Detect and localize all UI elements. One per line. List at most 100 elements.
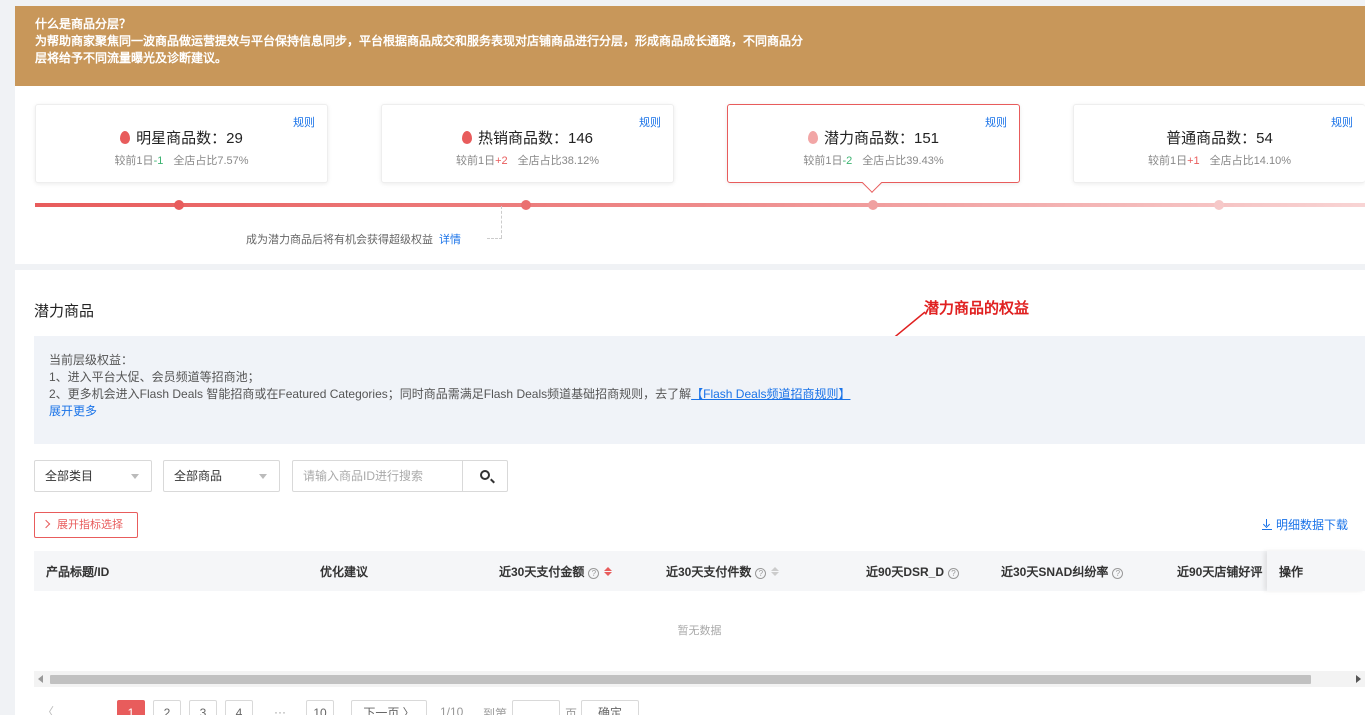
prev-page-button[interactable]: 〈 上一页 bbox=[34, 700, 62, 715]
empty-state: 暂无数据 bbox=[677, 625, 722, 637]
help-icon[interactable]: ? bbox=[948, 568, 960, 579]
tier-card-hot[interactable]: 规则 热销商品数：146 较前1日+2 全店占比38.12% bbox=[381, 104, 674, 183]
tier-share: 全店占比7.57% bbox=[173, 155, 249, 167]
search-icon bbox=[480, 470, 490, 480]
caret-down-icon bbox=[131, 474, 139, 479]
tier-title: 热销商品数：146 bbox=[477, 130, 594, 147]
tier-share: 全店占比38.12% bbox=[517, 155, 599, 167]
progress-dot bbox=[868, 200, 878, 210]
selected-pointer bbox=[862, 173, 882, 193]
goods-select-value: 全部商品 bbox=[174, 469, 223, 483]
tier-vs-value: -2 bbox=[842, 155, 853, 167]
banner-line2: 层将给予不同流量曝光及诊断建议。 bbox=[35, 51, 228, 65]
table-header: 产品标题/ID 优化建议 近30天支付金额? 近30天支付件数? 近90天DSR… bbox=[34, 551, 1365, 591]
caret-down-icon bbox=[259, 474, 267, 479]
benefits-heading: 当前层级权益： bbox=[49, 353, 134, 367]
col-pay-amount[interactable]: 近30天支付金额? bbox=[499, 563, 613, 580]
download-label: 明细数据下载 bbox=[1275, 518, 1348, 532]
download-icon bbox=[1261, 519, 1272, 530]
col-optimization: 优化建议 bbox=[320, 565, 369, 579]
annotation-label: 潜力商品的权益 bbox=[924, 300, 1030, 317]
confirm-button[interactable]: 确定 bbox=[581, 700, 639, 715]
page-1[interactable]: 1 bbox=[117, 700, 145, 715]
col-pay-count[interactable]: 近30天支付件数? bbox=[666, 563, 780, 580]
help-icon[interactable]: ? bbox=[755, 568, 767, 579]
tier-vs-value: +1 bbox=[1187, 155, 1200, 167]
tier-title: 普通商品数：54 bbox=[1166, 130, 1273, 147]
tier-share: 全店占比39.43% bbox=[862, 155, 944, 167]
col-store-rating: 近90天店铺好评 bbox=[1177, 565, 1263, 579]
next-page-button[interactable]: 下一页 〉 bbox=[351, 700, 427, 715]
tier-vs-label: 较前1日 bbox=[456, 155, 496, 167]
tier-share: 全店占比14.10% bbox=[1209, 155, 1291, 167]
benefit-note-text: 成为潜力商品后将有机会获得超级权益 bbox=[246, 234, 433, 246]
progress-dot bbox=[174, 200, 184, 210]
help-icon[interactable]: ? bbox=[588, 568, 600, 579]
expand-metrics-label: 展开指标选择 bbox=[57, 519, 123, 531]
page-unit: 页 bbox=[565, 707, 578, 715]
tier-progress-line bbox=[35, 203, 1365, 207]
tier-vs-label: 较前1日 bbox=[803, 155, 843, 167]
col-snad: 近30天SNAD纠纷率? bbox=[1001, 563, 1124, 580]
tiering-banner: 什么是商品分层？ 为帮助商家聚焦同一波商品做运营提效与平台保持信息同步，平台根据… bbox=[15, 6, 1365, 90]
flame-icon bbox=[120, 131, 131, 144]
tier-card-potential[interactable]: 规则 潜力商品数：151 较前1日-2 全店占比39.43% bbox=[727, 104, 1020, 193]
dashed-connector bbox=[501, 206, 502, 238]
benefit-item: 2、更多机会进入Flash Deals 智能招商或在Featured Categ… bbox=[49, 387, 851, 401]
details-link[interactable]: 详情 bbox=[439, 234, 461, 246]
tier-vs-value: +2 bbox=[495, 155, 508, 167]
page-2[interactable]: 2 bbox=[153, 700, 181, 715]
goods-select[interactable]: 全部商品 bbox=[163, 460, 280, 492]
col-operation: 操作 bbox=[1267, 551, 1365, 591]
detail-data-download-link[interactable]: 明细数据下载 bbox=[1261, 516, 1348, 533]
scroll-right-icon[interactable] bbox=[1356, 675, 1361, 683]
tier-title: 明星商品数：29 bbox=[136, 130, 243, 147]
goods-table: 产品标题/ID 优化建议 近30天支付金额? 近30天支付件数? 近90天DSR… bbox=[34, 551, 1365, 671]
dashed-connector bbox=[487, 238, 502, 239]
search-button[interactable] bbox=[462, 461, 507, 491]
flame-icon bbox=[461, 131, 472, 144]
goods-id-search-input[interactable] bbox=[293, 461, 464, 491]
tier-title: 潜力商品数：151 bbox=[823, 130, 940, 147]
progress-dot bbox=[521, 200, 531, 210]
sort-icon[interactable] bbox=[604, 567, 613, 577]
col-pay-amount-label: 近30天支付金额 bbox=[499, 565, 585, 579]
potential-goods-section: 潜力商品 潜力商品的权益 当前层级权益： 1、进入平台大促、会员频道等招商池； … bbox=[15, 270, 1365, 715]
col-dsr: 近90天DSR_D? bbox=[866, 563, 960, 580]
expand-more-link[interactable]: 展开更多 bbox=[49, 403, 1350, 420]
expand-metrics-button[interactable]: 展开指标选择 bbox=[34, 512, 138, 538]
section-title: 潜力商品 bbox=[34, 303, 95, 320]
goto-label: 到第 bbox=[483, 707, 508, 715]
scroll-left-icon[interactable] bbox=[38, 675, 43, 683]
chevron-right-icon bbox=[41, 519, 51, 529]
tier-benefits-box: 当前层级权益： 1、进入平台大促、会员频道等招商池； 2、更多机会进入Flash… bbox=[34, 336, 1365, 444]
page-total: 1/10 bbox=[440, 705, 464, 715]
banner-line1: 为帮助商家聚焦同一波商品做运营提效与平台保持信息同步，平台根据商品成交和服务表现… bbox=[35, 34, 804, 48]
tier-overview: 规则 明星商品数：29 较前1日-1 全店占比7.57% 规则 热销商品数：146… bbox=[15, 86, 1365, 264]
search-box bbox=[292, 460, 508, 492]
tier-card-normal[interactable]: 规则 普通商品数：54 较前1日+1 全店占比14.10% bbox=[1073, 104, 1365, 183]
sort-icon[interactable] bbox=[771, 567, 780, 577]
tier-vs-value: -1 bbox=[153, 155, 164, 167]
col-dsr-label: 近90天DSR_D bbox=[866, 565, 945, 579]
page-3[interactable]: 3 bbox=[189, 700, 217, 715]
benefit-note: 成为潜力商品后将有机会获得超级权益 详情 bbox=[246, 231, 461, 247]
tier-vs-label: 较前1日 bbox=[1148, 155, 1188, 167]
banner-title: 什么是商品分层？ bbox=[35, 17, 132, 31]
progress-dot bbox=[1214, 200, 1224, 210]
page-ellipsis[interactable]: ··· bbox=[274, 705, 286, 715]
col-pay-count-label: 近30天支付件数 bbox=[666, 565, 752, 579]
page-4[interactable]: 4 bbox=[225, 700, 253, 715]
page-10[interactable]: 10 bbox=[306, 700, 334, 715]
col-product-title: 产品标题/ID bbox=[46, 565, 110, 579]
tier-card-star[interactable]: 规则 明星商品数：29 较前1日-1 全店占比7.57% bbox=[35, 104, 328, 183]
goto-page-input[interactable] bbox=[512, 700, 560, 715]
benefit-item: 1、进入平台大促、会员频道等招商池； bbox=[49, 370, 260, 384]
col-snad-label: 近30天SNAD纠纷率 bbox=[1001, 565, 1109, 579]
flash-deals-rules-link[interactable]: 【Flash Deals频道招商规则】 bbox=[691, 387, 850, 401]
category-select[interactable]: 全部类目 bbox=[34, 460, 152, 492]
tier-vs-label: 较前1日 bbox=[114, 155, 154, 167]
help-icon[interactable]: ? bbox=[1112, 568, 1124, 579]
scrollbar-thumb[interactable] bbox=[50, 675, 1311, 684]
horizontal-scrollbar[interactable] bbox=[34, 671, 1365, 687]
